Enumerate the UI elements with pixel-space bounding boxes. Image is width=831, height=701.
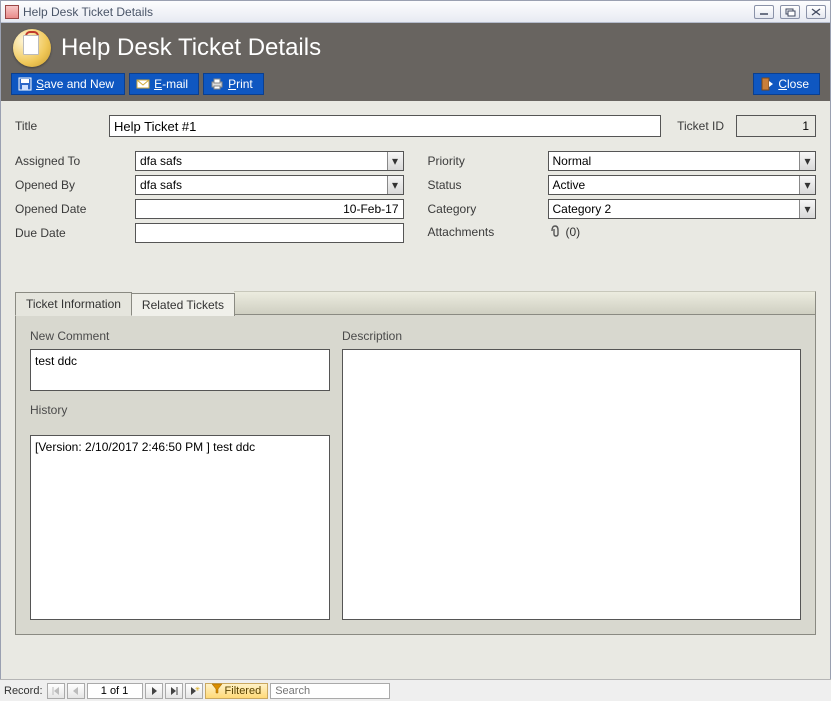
category-label: Category <box>428 202 548 216</box>
new-comment-value: test ddc <box>35 354 77 368</box>
print-accel: P <box>228 77 236 91</box>
attachments-field[interactable]: (0) <box>548 223 817 240</box>
tabstrip: Ticket Information Related Tickets <box>15 291 816 315</box>
tab-ticket-information[interactable]: Ticket Information <box>15 292 132 316</box>
record-search-input[interactable] <box>270 683 390 699</box>
window-titlebar: Help Desk Ticket Details <box>1 1 830 23</box>
form-header: Help Desk Ticket Details Save and New E-… <box>1 23 830 101</box>
print-button[interactable]: Print <box>203 73 264 95</box>
description-input[interactable] <box>342 349 801 620</box>
status-value: Active <box>553 178 586 192</box>
restore-button[interactable] <box>780 5 800 19</box>
opened-by-value: dfa safs <box>140 178 182 192</box>
record-position[interactable] <box>87 683 143 699</box>
email-accel: E <box>154 77 162 91</box>
description-label: Description <box>342 329 801 343</box>
email-button[interactable]: E-mail <box>129 73 199 95</box>
save-accel: S <box>36 77 44 91</box>
opened-date-label: Opened Date <box>15 202 135 216</box>
close-window-button[interactable] <box>806 5 826 19</box>
record-label: Record: <box>4 685 43 697</box>
filter-toggle[interactable]: Filtered <box>205 683 269 699</box>
due-date-label: Due Date <box>15 226 135 240</box>
new-comment-label: New Comment <box>30 329 330 343</box>
ticket-id-label: Ticket ID <box>677 119 724 133</box>
mail-icon <box>136 77 150 91</box>
minimize-button[interactable] <box>754 5 774 19</box>
attachments-label: Attachments <box>428 225 548 239</box>
status-select[interactable]: Active ▾ <box>548 175 817 195</box>
history-value: [Version: 2/10/2017 2:46:50 PM ] test dd… <box>35 440 255 454</box>
app-icon <box>5 5 19 19</box>
svg-text:✳: ✳ <box>195 686 200 693</box>
save-and-new-button[interactable]: Save and New <box>11 73 125 95</box>
filter-label: Filtered <box>225 685 262 697</box>
tab-related-tickets[interactable]: Related Tickets <box>131 293 235 316</box>
tab-panel: New Comment test ddc History [Version: 2… <box>15 315 816 635</box>
close-button[interactable]: Close <box>753 73 820 95</box>
chevron-down-icon: ▾ <box>387 152 403 170</box>
chevron-down-icon: ▾ <box>799 200 815 218</box>
chevron-down-icon: ▾ <box>387 176 403 194</box>
priority-select[interactable]: Normal ▾ <box>548 151 817 171</box>
status-label: Status <box>428 178 548 192</box>
paperclip-icon <box>548 223 562 240</box>
new-record-button[interactable]: ✳ <box>185 683 203 699</box>
window-title: Help Desk Ticket Details <box>23 5 153 19</box>
print-icon <box>210 77 224 91</box>
assigned-to-select[interactable]: dfa safs ▾ <box>135 151 404 171</box>
ticket-id-value: 1 <box>736 115 816 137</box>
funnel-icon <box>212 684 222 697</box>
save-icon <box>18 77 32 91</box>
title-label: Title <box>15 119 103 133</box>
tabstrip-filler <box>234 291 816 315</box>
toolbar: Save and New E-mail Print Close <box>1 67 830 101</box>
category-value: Category 2 <box>553 202 612 216</box>
page-title: Help Desk Ticket Details <box>61 34 321 62</box>
chevron-down-icon: ▾ <box>799 152 815 170</box>
opened-date-input[interactable]: 10-Feb-17 <box>135 199 404 219</box>
assigned-to-value: dfa safs <box>140 154 182 168</box>
record-navigator: Record: ✳ Filtered <box>0 679 831 701</box>
opened-date-value: 10-Feb-17 <box>343 202 398 216</box>
title-input[interactable] <box>109 115 661 137</box>
last-record-button[interactable] <box>165 683 183 699</box>
prev-record-button[interactable] <box>67 683 85 699</box>
priority-value: Normal <box>553 154 592 168</box>
door-icon <box>760 77 774 91</box>
history-box[interactable]: [Version: 2/10/2017 2:46:50 PM ] test dd… <box>30 435 330 620</box>
category-select[interactable]: Category 2 ▾ <box>548 199 817 219</box>
form-body: Title Ticket ID 1 Assigned To dfa safs ▾… <box>1 101 830 680</box>
close-accel: C <box>778 77 787 91</box>
assigned-to-label: Assigned To <box>15 154 135 168</box>
attachments-count: (0) <box>566 225 581 239</box>
next-record-button[interactable] <box>145 683 163 699</box>
opened-by-label: Opened By <box>15 178 135 192</box>
ticket-icon <box>13 29 51 67</box>
history-label: History <box>30 403 330 417</box>
first-record-button[interactable] <box>47 683 65 699</box>
due-date-input[interactable] <box>135 223 404 243</box>
chevron-down-icon: ▾ <box>799 176 815 194</box>
priority-label: Priority <box>428 154 548 168</box>
opened-by-select[interactable]: dfa safs ▾ <box>135 175 404 195</box>
new-comment-input[interactable]: test ddc <box>30 349 330 391</box>
